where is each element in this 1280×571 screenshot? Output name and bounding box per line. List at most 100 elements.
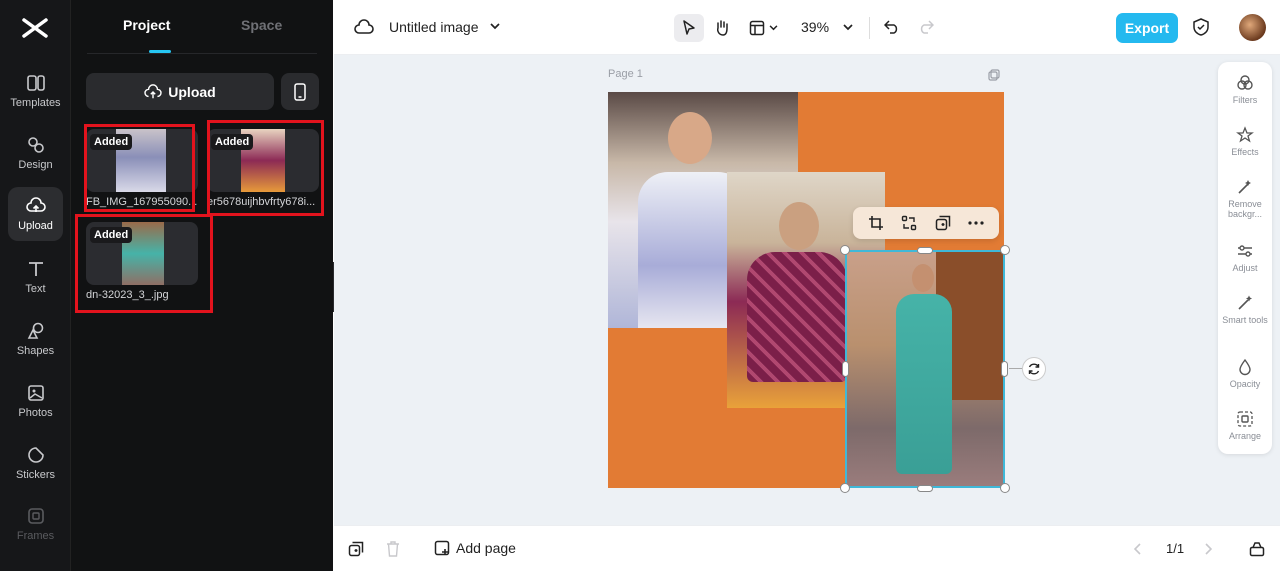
document-title[interactable]: Untitled image xyxy=(389,19,479,35)
add-page-label: Add page xyxy=(456,540,516,556)
tool-label: Arrange xyxy=(1228,431,1262,441)
rail-item-photos[interactable]: Photos xyxy=(8,374,63,428)
added-badge: Added xyxy=(90,134,133,150)
export-button-label: Export xyxy=(1124,20,1170,36)
page-label: Page 1 xyxy=(608,68,643,80)
panel-tabs: Project Space xyxy=(87,0,317,54)
shield-check-icon[interactable] xyxy=(1193,18,1209,36)
templates-icon xyxy=(26,75,45,91)
shapes-icon xyxy=(27,322,43,339)
upload-button-label: Upload xyxy=(168,83,216,100)
tool-smart-tools[interactable]: Smart tools xyxy=(1218,294,1272,325)
rail-item-label: Photos xyxy=(18,407,53,419)
chevron-down-icon[interactable] xyxy=(843,24,853,31)
photo-detail xyxy=(779,202,819,250)
replace-icon[interactable] xyxy=(901,215,917,231)
duplicate-icon[interactable] xyxy=(935,215,951,231)
resize-handle-bottom[interactable] xyxy=(917,485,933,492)
layout-icon xyxy=(749,20,764,36)
resize-handle-bottom-left[interactable] xyxy=(840,483,850,493)
phone-icon xyxy=(294,82,306,101)
filters-icon xyxy=(1237,75,1253,90)
chevron-down-icon[interactable] xyxy=(490,23,500,30)
tool-filters[interactable]: Filters xyxy=(1218,74,1272,105)
hand-tool-button[interactable] xyxy=(707,14,737,42)
active-tab-indicator xyxy=(149,50,171,53)
rail-item-label: Design xyxy=(18,159,53,171)
chevron-left-icon[interactable] xyxy=(1134,543,1142,555)
smart-tools-icon xyxy=(1238,295,1252,310)
rail-item-text[interactable]: Text xyxy=(8,250,63,304)
opacity-icon xyxy=(1239,358,1251,376)
frames-icon xyxy=(27,508,44,524)
pages-panel-icon[interactable] xyxy=(1249,541,1265,557)
rail-item-shapes[interactable]: Shapes xyxy=(8,312,63,366)
arrange-icon xyxy=(1237,411,1253,427)
tool-label: Effects xyxy=(1231,147,1259,157)
bottom-toolbar: Add page 1/1 xyxy=(334,525,1280,571)
upload-cloud-icon xyxy=(144,83,162,98)
tool-effects[interactable]: Effects xyxy=(1218,126,1272,157)
add-page-button[interactable]: Add page xyxy=(434,540,516,556)
resize-handle-top[interactable] xyxy=(917,247,933,254)
trash-icon[interactable] xyxy=(386,541,400,557)
rail-item-label: Templates xyxy=(10,97,61,109)
tool-arrange[interactable]: Arrange xyxy=(1218,410,1272,441)
right-tools-panel: Filters Effects Remove backgr... Adjust … xyxy=(1218,62,1272,454)
divider xyxy=(869,17,870,39)
resize-handle-left[interactable] xyxy=(842,361,849,377)
effects-icon xyxy=(1236,126,1254,143)
rail-item-upload[interactable]: Upload xyxy=(8,187,63,241)
resize-handle-bottom-right[interactable] xyxy=(1000,483,1010,493)
resize-handle-top-left[interactable] xyxy=(840,245,850,255)
tool-label: Filters xyxy=(1232,95,1258,105)
top-toolbar: Untitled image 39% Export xyxy=(334,0,1280,55)
undo-icon[interactable] xyxy=(884,20,900,34)
page-indicator: 1/1 xyxy=(1166,541,1185,556)
select-tool-button[interactable] xyxy=(674,14,704,42)
tab-space[interactable]: Space xyxy=(241,17,282,33)
upload-cloud-icon xyxy=(25,197,46,212)
rail-item-templates[interactable]: Templates xyxy=(8,64,63,118)
tool-label: Smart tools xyxy=(1222,315,1268,325)
upload-from-phone-button[interactable] xyxy=(281,73,319,110)
zoom-level[interactable]: 39% xyxy=(801,19,829,35)
chevron-down-icon xyxy=(769,25,777,31)
more-options-icon[interactable] xyxy=(968,221,984,225)
photo-detail xyxy=(747,252,847,382)
redo-icon[interactable] xyxy=(918,20,934,34)
layout-menu-button[interactable] xyxy=(744,14,782,42)
photos-icon xyxy=(27,385,44,401)
rail-item-label: Shapes xyxy=(16,345,55,357)
editor-canvas: Page 1 xyxy=(334,55,1280,525)
rail-item-label: Frames xyxy=(16,530,55,542)
left-nav-rail: Templates Design Upload Text Shapes Phot… xyxy=(0,0,71,571)
add-page-icon xyxy=(434,540,450,556)
rotate-button[interactable] xyxy=(1022,357,1046,381)
chevron-right-icon[interactable] xyxy=(1204,543,1212,555)
adjust-icon xyxy=(1238,245,1252,257)
tool-opacity[interactable]: Opacity xyxy=(1218,358,1272,389)
tool-remove-background[interactable]: Remove backgr... xyxy=(1218,178,1272,219)
tool-label: Opacity xyxy=(1229,379,1261,389)
capcut-logo-icon[interactable] xyxy=(18,14,52,42)
tool-label: Adjust xyxy=(1232,263,1258,273)
cloud-sync-icon[interactable] xyxy=(354,19,374,35)
upload-button[interactable]: Upload xyxy=(86,73,274,110)
resize-handle-top-right[interactable] xyxy=(1000,245,1010,255)
crop-icon[interactable] xyxy=(868,215,884,231)
rail-item-stickers[interactable]: Stickers xyxy=(8,436,63,490)
text-icon xyxy=(28,262,43,276)
duplicate-page-icon[interactable] xyxy=(348,541,364,557)
photo-detail xyxy=(668,112,712,164)
rail-item-frames[interactable]: Frames xyxy=(8,497,63,551)
rail-item-design[interactable]: Design xyxy=(8,126,63,180)
user-avatar[interactable] xyxy=(1239,14,1266,41)
selection-frame xyxy=(845,250,1005,488)
resize-handle-right[interactable] xyxy=(1001,361,1008,377)
tool-adjust[interactable]: Adjust xyxy=(1218,242,1272,273)
tab-project[interactable]: Project xyxy=(123,17,170,33)
rail-item-label: Upload xyxy=(18,220,53,232)
duplicate-page-icon[interactable] xyxy=(988,69,1000,81)
export-button[interactable]: Export xyxy=(1116,13,1178,43)
